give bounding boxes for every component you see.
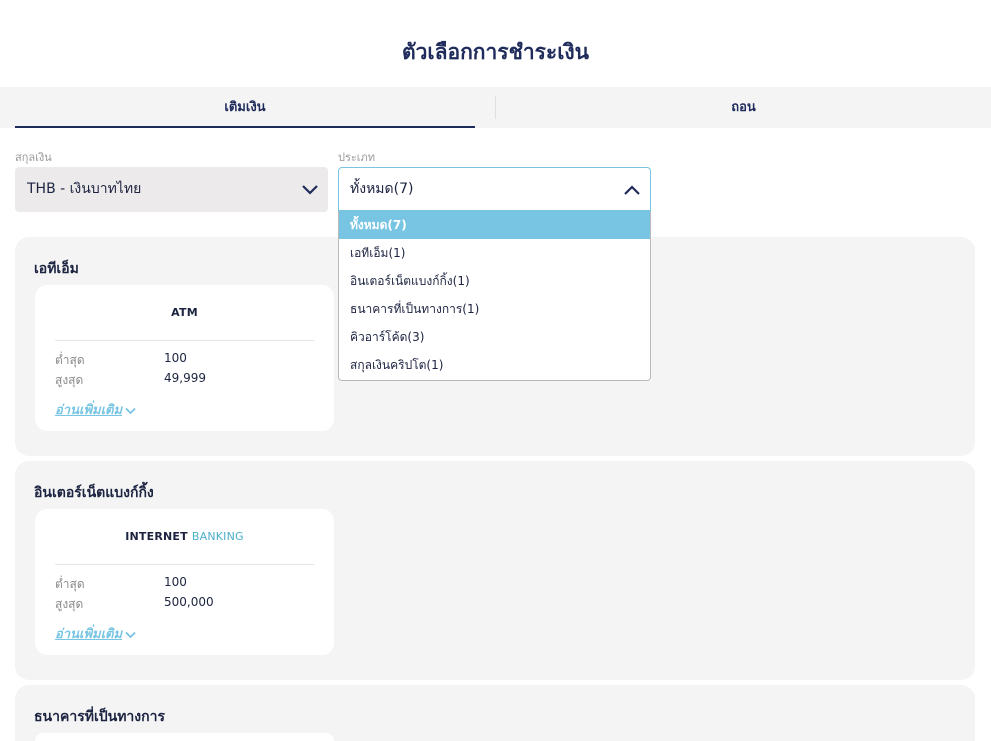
payment-card-atm[interactable]: ATM ต่ำสุด 100 สูงสุด 49,999 อ่านเพิ่มเต…	[35, 285, 334, 431]
min-label: ต่ำสุด	[55, 353, 85, 367]
dropdown-option-internet-banking[interactable]: อินเตอร์เน็ตแบงก์กิ้ง(1)	[339, 267, 650, 295]
type-label: ประเภท	[338, 151, 376, 164]
max-label: สูงสุด	[55, 597, 84, 611]
chevron-down-icon	[302, 185, 318, 195]
card-logo-text: ATM	[171, 306, 198, 319]
type-dropdown: ทั้งหมด(7) เอทีเอ็ม(1) อินเตอร์เน็ตแบงก์…	[338, 211, 651, 381]
card-logo: INTERNET BANKING	[35, 530, 334, 543]
card-logo-text: INTERNET	[125, 530, 188, 543]
currency-value: THB - เงินบาทไทย	[27, 181, 142, 197]
min-value: 100	[164, 575, 187, 589]
max-label: สูงสุด	[55, 373, 84, 387]
max-value: 500,000	[164, 595, 214, 609]
card-logo-accent: BANKING	[191, 530, 244, 543]
section-internet-banking: อินเตอร์เน็ตแบงก์กิ้ง INTERNET BANKING ต…	[15, 461, 975, 680]
read-more-label: อ่านเพิ่มเติม	[55, 403, 123, 418]
divider	[55, 564, 314, 565]
min-label: ต่ำสุด	[55, 577, 85, 591]
type-select[interactable]: ทั้งหมด(7)	[338, 167, 651, 211]
min-value: 100	[164, 351, 187, 365]
dropdown-option-all[interactable]: ทั้งหมด(7)	[339, 211, 650, 239]
tab-bar: เติมเงิน ถอน	[0, 87, 991, 128]
dropdown-option-atm[interactable]: เอทีเอ็ม(1)	[339, 239, 650, 267]
max-value: 49,999	[164, 371, 206, 385]
currency-select[interactable]: THB - เงินบาทไทย	[15, 167, 328, 212]
type-value: ทั้งหมด(7)	[350, 181, 414, 197]
chevron-up-icon	[624, 185, 640, 195]
read-more-link[interactable]: อ่านเพิ่มเติม	[55, 623, 136, 644]
section-title: อินเตอร์เน็ตแบงก์กิ้ง	[34, 485, 154, 501]
chevron-down-icon	[125, 407, 136, 414]
tab-deposit[interactable]: เติมเงิน	[15, 87, 475, 128]
dropdown-option-qr-code[interactable]: คิวอาร์โค้ด(3)	[339, 323, 650, 351]
section-title: เอทีเอ็ม	[34, 261, 79, 277]
dropdown-option-crypto[interactable]: สกุลเงินคริปโต(1)	[339, 351, 650, 379]
chevron-down-icon	[125, 631, 136, 638]
page-title: ตัวเลือกการชำระเงิน	[402, 40, 589, 64]
currency-label: สกุลเงิน	[15, 151, 52, 164]
payment-card-internet-banking[interactable]: INTERNET BANKING ต่ำสุด 100 สูงสุด 500,0…	[35, 509, 334, 655]
read-more-label: อ่านเพิ่มเติม	[55, 627, 123, 642]
read-more-link[interactable]: อ่านเพิ่มเติม	[55, 399, 136, 420]
section-official-bank: ธนาคารที่เป็นทางการ	[15, 685, 975, 741]
section-title: ธนาคารที่เป็นทางการ	[34, 709, 165, 725]
dropdown-option-official-bank[interactable]: ธนาคารที่เป็นทางการ(1)	[339, 295, 650, 323]
card-logo: ATM	[35, 306, 334, 319]
payment-card-official-bank[interactable]	[35, 733, 334, 741]
tab-withdraw[interactable]: ถอน	[495, 96, 991, 119]
divider	[55, 340, 314, 341]
